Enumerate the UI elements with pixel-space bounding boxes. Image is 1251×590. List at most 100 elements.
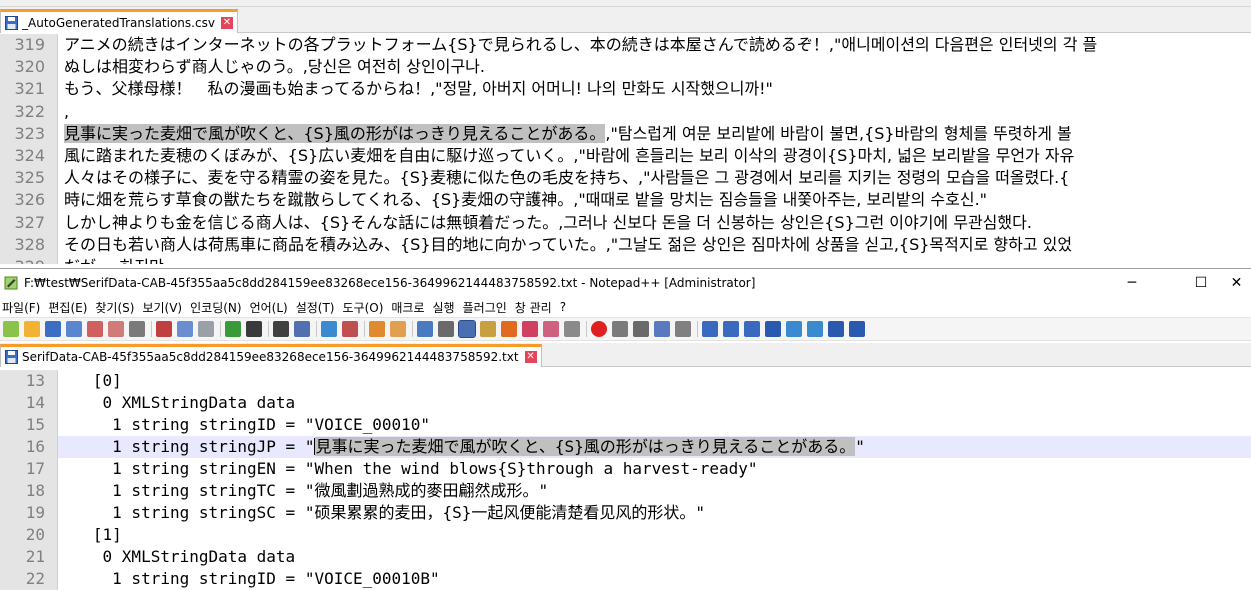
toolbar bbox=[0, 317, 1251, 341]
menu-window[interactable]: 창 관리 bbox=[513, 299, 558, 316]
save-icon[interactable] bbox=[45, 321, 61, 337]
undo-icon[interactable] bbox=[225, 321, 241, 337]
plugin-4-icon[interactable] bbox=[765, 321, 781, 337]
zoom-out-icon[interactable] bbox=[342, 321, 358, 337]
sync-horizontal-icon[interactable] bbox=[390, 321, 406, 337]
line-number: 17 bbox=[0, 458, 58, 480]
indent-guide-icon[interactable] bbox=[458, 320, 476, 338]
code-line[interactable]: 1 string stringEN = "When the wind blows… bbox=[58, 458, 1251, 480]
sync-vertical-icon[interactable] bbox=[369, 321, 385, 337]
code-line[interactable]: もう、父様母様！ 私の漫画も始まってるからね！,"정말, 아버지 어머니! 나의… bbox=[58, 78, 1251, 100]
tab-autogenerated-translations[interactable]: _AutoGeneratedTranslations.csv ✕ bbox=[0, 9, 238, 33]
menu-language[interactable]: 언어(L) bbox=[248, 299, 294, 316]
code-line[interactable]: 1 string stringID = "VOICE_00010B" bbox=[58, 568, 1251, 590]
toolbar-separator bbox=[316, 321, 317, 337]
menu-help[interactable]: ? bbox=[558, 300, 572, 314]
plugin-1-icon[interactable] bbox=[702, 321, 718, 337]
menu-edit[interactable]: 편집(E) bbox=[46, 299, 93, 316]
menu-settings[interactable]: 설정(T) bbox=[294, 299, 341, 316]
code-line[interactable]: [0] bbox=[58, 370, 1251, 392]
plugin-3-icon[interactable] bbox=[744, 321, 760, 337]
maximize-button[interactable]: ☐ bbox=[1178, 269, 1224, 297]
arrow-down-icon[interactable] bbox=[807, 321, 823, 337]
save-macro-icon[interactable] bbox=[675, 321, 691, 337]
code-line[interactable]: だが、 하지만 bbox=[58, 256, 1251, 264]
cut-icon[interactable] bbox=[156, 321, 172, 337]
folder-workspace-icon[interactable] bbox=[543, 321, 559, 337]
csv-editor-pane[interactable]: 319 アニメの続きはインターネットの各プラットフォーム{S}で見られるし、本の続… bbox=[0, 34, 1251, 264]
stop-macro-icon[interactable] bbox=[612, 321, 628, 337]
tab-close-icon[interactable]: ✕ bbox=[220, 16, 233, 29]
code-line[interactable]: 風に踏まれた麦穂のくぼみが、{S}広い麦畑を自由に駆け巡っていく。,"바람에 흔… bbox=[58, 145, 1251, 167]
toolbar-strip bbox=[0, 0, 1251, 7]
text-editor-pane[interactable]: 13 [0] 14 0 XMLStringData data 15 1 stri… bbox=[0, 370, 1251, 590]
line-number: 15 bbox=[0, 414, 58, 436]
code-line[interactable]: その日も若い商人は荷馬車に商品を積み込み、{S}目的地に向かっていた。,"그날도… bbox=[58, 234, 1251, 256]
close-button[interactable]: ✕ bbox=[1222, 269, 1251, 297]
run-macro-multiple-icon[interactable] bbox=[654, 321, 670, 337]
show-all-chars-icon[interactable] bbox=[438, 321, 454, 337]
code-line[interactable]: 1 string stringTC = "微風劃過熟成的麥田翩然成形。" bbox=[58, 480, 1251, 502]
line-number: 321 bbox=[0, 78, 58, 101]
code-line[interactable]: 1 string stringSC = "硕果累累的麦田，{S}一起风便能清楚看… bbox=[58, 502, 1251, 524]
code-line[interactable]: 0 XMLStringData data bbox=[58, 392, 1251, 414]
new-file-icon[interactable] bbox=[3, 321, 19, 337]
play-macro-icon[interactable] bbox=[633, 321, 649, 337]
find-icon[interactable] bbox=[273, 321, 289, 337]
close-all-icon[interactable] bbox=[108, 321, 124, 337]
monitoring-icon[interactable] bbox=[564, 321, 580, 337]
menu-encoding[interactable]: 인코딩(N) bbox=[188, 299, 247, 316]
code-line[interactable]: 人々はその様子に、麦を守る精霊の姿を見た。{S}麦穂に似た色の毛皮を持ち、,"사… bbox=[58, 167, 1251, 189]
code-line[interactable]: ぬしは相変わらず商人じゃのう。,당신은 여전히 상인이구나. bbox=[58, 56, 1251, 78]
code-line[interactable]: 時に畑を荒らす草食の獣たちを蹴散らしてくれる、{S}麦畑の守護神。,"때때로 밭… bbox=[58, 189, 1251, 211]
line-number: 328 bbox=[0, 233, 58, 256]
tab-label: _AutoGeneratedTranslations.csv bbox=[22, 15, 215, 30]
code-line[interactable]: しかし神よりも金を信じる商人は、{S}そんな話には無頓着だった。,그러나 신보다… bbox=[58, 212, 1251, 234]
function-list-icon[interactable] bbox=[522, 321, 538, 337]
arrow-up-icon[interactable] bbox=[786, 321, 802, 337]
replace-icon[interactable] bbox=[294, 321, 310, 337]
record-macro-icon[interactable] bbox=[591, 321, 607, 337]
menu-file[interactable]: 파일(F) bbox=[0, 299, 46, 316]
tab-close-icon[interactable]: ✕ bbox=[524, 351, 537, 363]
line-number: 324 bbox=[0, 144, 58, 168]
open-file-icon[interactable] bbox=[24, 321, 40, 337]
line-number: 19 bbox=[0, 502, 58, 524]
menu-search[interactable]: 찾기(S) bbox=[93, 299, 140, 316]
toolbar-separator bbox=[586, 321, 587, 337]
close-file-icon[interactable] bbox=[87, 321, 103, 337]
copy-icon[interactable] bbox=[177, 321, 193, 337]
doc-map-icon[interactable] bbox=[501, 321, 517, 337]
minimize-button[interactable]: ─ bbox=[1109, 269, 1155, 297]
word-wrap-icon[interactable] bbox=[417, 321, 433, 337]
language-icon[interactable] bbox=[480, 321, 496, 337]
save-all-icon[interactable] bbox=[66, 321, 82, 337]
redo-icon[interactable] bbox=[246, 321, 262, 337]
line-number: 322 bbox=[0, 100, 58, 123]
plugin-6-icon[interactable] bbox=[849, 321, 865, 337]
toolbar-separator bbox=[412, 321, 413, 337]
code-line[interactable]: [1] bbox=[58, 524, 1251, 546]
line-number: 323 bbox=[0, 122, 58, 145]
print-icon[interactable] bbox=[129, 321, 145, 337]
line-number: 326 bbox=[0, 189, 58, 212]
menu-run[interactable]: 실행 bbox=[431, 299, 461, 316]
code-line[interactable]: , bbox=[58, 101, 1251, 123]
zoom-in-icon[interactable] bbox=[321, 321, 337, 337]
plugin-2-icon[interactable] bbox=[723, 321, 739, 337]
code-line[interactable]: 0 XMLStringData data bbox=[58, 546, 1251, 568]
notepadpp-window: F:₩test₩SerifData-CAB-45f355aa5c8dd28415… bbox=[0, 268, 1251, 590]
code-line-selected[interactable]: 見事に実った麦畑で風が吹くと、{S}風の形がはっきり見えることがある。,"탐스럽… bbox=[58, 123, 1251, 145]
code-line[interactable]: アニメの続きはインターネットの各プラットフォーム{S}で見られるし、本の続きは本… bbox=[58, 34, 1251, 56]
menu-tools[interactable]: 도구(O) bbox=[341, 299, 390, 316]
plugin-5-icon[interactable] bbox=[828, 321, 844, 337]
line-number: 21 bbox=[0, 546, 58, 568]
paste-icon[interactable] bbox=[198, 321, 214, 337]
tab-serifdata[interactable]: SerifData-CAB-45f355aa5c8dd284159ee83268… bbox=[0, 344, 542, 367]
menu-plugins[interactable]: 플러그인 bbox=[461, 299, 513, 316]
code-line[interactable]: 1 string stringID = "VOICE_00010" bbox=[58, 414, 1251, 436]
menu-view[interactable]: 보기(V) bbox=[140, 299, 188, 316]
code-line-current[interactable]: 1 string stringJP = "見事に実った麦畑で風が吹くと、{S}風… bbox=[58, 436, 1251, 458]
code-suffix: " bbox=[855, 437, 865, 456]
menu-macro[interactable]: 매크로 bbox=[389, 299, 430, 316]
